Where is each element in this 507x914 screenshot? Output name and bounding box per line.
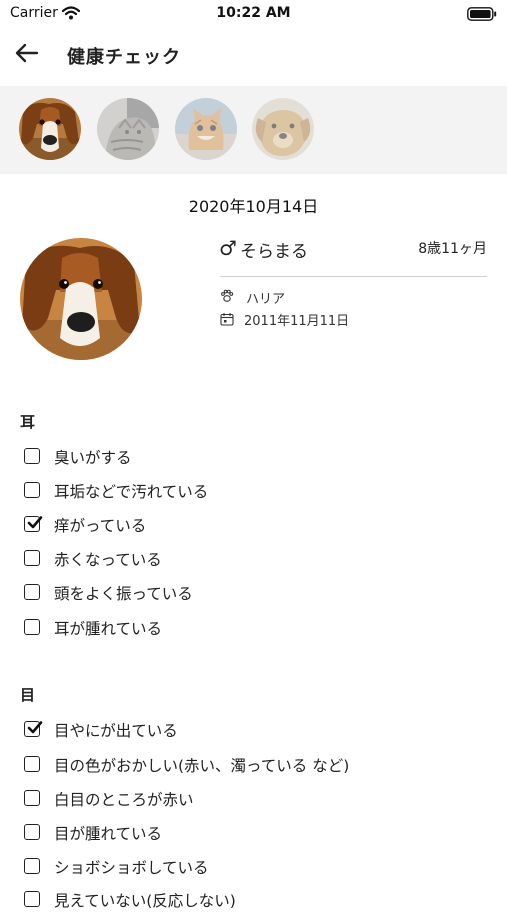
status-bar: Carrier 10:22 AM [0,0,507,28]
checkbox[interactable] [24,824,40,840]
status-time: 10:22 AM [216,5,291,21]
check-item-label: 目の色がおかしい(赤い、濁っている など) [54,757,350,775]
check-item-eye-swollen[interactable]: 目が腫れている [20,819,480,847]
pet-name: そらまる [240,242,308,262]
checkbox[interactable] [24,790,40,806]
pet-avatar [20,238,142,360]
beagle-portrait [20,238,142,360]
check-item-ear-red[interactable]: 赤くなっている [20,545,480,573]
pet-breed: ハリア [246,292,286,307]
check-item-label: 耳垢などで汚れている [54,483,209,501]
navigation-bar: 健康チェック [0,30,507,82]
check-item-label: 目やにが出ている [54,722,178,740]
check-item-label: 白目のところが赤い [54,791,194,809]
beagle-photo [19,98,81,160]
check-item-eye-not-seeing[interactable]: 見えていない(反応しない) [20,886,480,914]
check-item-label: 頭をよく振っている [54,585,193,603]
check-item-ear-smell[interactable]: 臭いがする [20,443,480,471]
page-title: 健康チェック [67,47,181,68]
pet-birthdate: 2011年11月11日 [244,314,350,329]
checkbox[interactable] [24,858,40,874]
pet-thumb-kitten[interactable] [175,98,237,160]
check-item-ear-dirty[interactable]: 耳垢などで汚れている [20,477,480,505]
checkbox[interactable] [24,482,40,498]
check-item-label: 赤くなっている [54,551,162,569]
check-item-eye-squinting[interactable]: ショボショボしている [20,853,480,881]
pet-thumb-tabby-cat[interactable] [97,98,159,160]
section-title-ear: 耳 [20,413,36,431]
checkbox-checked[interactable] [24,516,43,532]
check-item-label: 臭いがする [54,449,132,467]
checkbox[interactable] [24,619,40,635]
arrow-left-icon [15,43,39,63]
checkbox[interactable] [24,550,40,566]
checkbox[interactable] [24,448,40,464]
tabby-cat-photo [97,98,159,160]
check-item-label: 耳が腫れている [54,620,163,638]
check-item-label: 痒がっている [54,517,147,535]
checkmark-icon [27,721,43,734]
male-icon: ♂ [219,236,237,260]
battery-icon [467,7,497,21]
record-date: 2020年10月14日 [188,197,319,216]
checkbox[interactable] [24,584,40,600]
paw-icon [221,289,234,302]
check-item-eye-color[interactable]: 目の色がおかしい(赤い、濁っている など) [20,751,480,779]
check-item-ear-swollen[interactable]: 耳が腫れている [20,614,480,642]
check-item-ear-itchy[interactable]: 痒がっている [20,511,480,539]
checkmark-icon [27,516,43,529]
back-button[interactable] [12,38,48,70]
check-item-label: ショボショボしている [54,859,209,877]
checkbox[interactable] [24,756,40,772]
check-item-eye-white-red[interactable]: 白目のところが赤い [20,785,480,813]
pet-thumb-golden-puppy[interactable] [252,98,314,160]
checkbox[interactable] [24,891,40,907]
check-item-label: 目が腫れている [54,825,163,843]
check-item-label: 見えていない(反応しない) [54,892,236,910]
calendar-icon [220,313,234,326]
profile-divider [220,276,487,277]
pet-selector [0,86,507,174]
check-item-eye-discharge[interactable]: 目やにが出ている [20,716,480,744]
kitten-photo [175,98,237,160]
pet-age: 8歳11ヶ月 [418,241,487,257]
pet-thumb-beagle[interactable] [19,98,81,160]
check-item-ear-head-shaking[interactable]: 頭をよく振っている [20,579,480,607]
golden-puppy-photo [252,98,314,160]
section-title-eye: 目 [20,686,36,704]
checkbox-checked[interactable] [24,721,43,737]
